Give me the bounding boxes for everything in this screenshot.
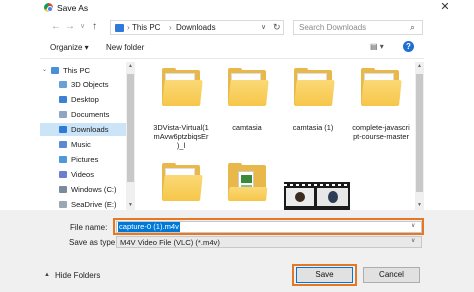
sidebar-item-label: Windows (C:): [71, 185, 117, 194]
cancel-button[interactable]: Cancel: [363, 267, 420, 283]
address-bar[interactable]: › This PC › Downloads ∨ ↻: [110, 20, 284, 35]
hide-folders-button[interactable]: Hide Folders: [55, 271, 100, 280]
sidebar-item-label: 3D Objects: [71, 80, 109, 89]
sidebar-item-label: Documents: [71, 110, 110, 119]
folder-icon[interactable]: [228, 163, 268, 203]
downloads-icon: [59, 126, 67, 133]
search-placeholder: Search Downloads: [299, 23, 367, 32]
sidebar-item-label: This PC: [63, 66, 91, 75]
sidebar-scrollbar[interactable]: ▲ ▼: [126, 62, 135, 210]
sidebar-item-documents[interactable]: Documents: [40, 108, 126, 121]
file-name-dropdown-icon[interactable]: ∨: [411, 222, 415, 229]
folder-icon[interactable]: [228, 68, 269, 108]
content-scroll-thumb[interactable]: [416, 74, 423, 192]
sidebar-item-label: Videos: [71, 170, 95, 179]
refresh-icon[interactable]: ↻: [273, 22, 281, 33]
videos-icon: [59, 171, 67, 178]
sidebar-item-pictures[interactable]: Pictures: [40, 153, 126, 166]
pictures-icon: [59, 156, 67, 163]
path-separator-icon: ›: [127, 23, 130, 32]
toolbar-divider: [40, 58, 424, 59]
recent-locations-icon[interactable]: ∨: [80, 21, 85, 33]
file-list: 3DVista-Virtual(1 mAvw6ptzbiqsEr )_l cam…: [136, 62, 424, 210]
folder-icon[interactable]: [361, 68, 402, 108]
path-separator-icon: ›: [169, 23, 172, 32]
file-name-value: capture-0 (1).m4v: [118, 222, 180, 232]
address-dropdown-icon[interactable]: ∨: [261, 23, 266, 31]
sidebar-item-this-pc[interactable]: ⌄ This PC: [40, 64, 126, 77]
search-icon: ⌕: [410, 22, 416, 32]
file-name-label[interactable]: 3DVista-Virtual(1 mAvw6ptzbiqsEr )_l: [143, 123, 219, 150]
close-icon[interactable]: ✕: [438, 1, 452, 13]
organize-button[interactable]: Organize ▾: [50, 43, 89, 52]
file-name-label[interactable]: camtasia: [209, 123, 285, 132]
help-icon[interactable]: ?: [403, 41, 414, 52]
up-icon[interactable]: ↑: [92, 21, 97, 33]
documents-icon: [59, 111, 67, 118]
hide-folders-icon[interactable]: ▲: [44, 272, 50, 278]
sidebar-item-desktop[interactable]: Desktop: [40, 93, 126, 106]
folder-icon[interactable]: [162, 163, 203, 203]
sidebar-item-label: Desktop: [71, 95, 99, 104]
file-name-field[interactable]: capture-0 (1).m4v ∨: [116, 221, 422, 233]
file-name-label[interactable]: camtasia (1): [275, 123, 351, 132]
folder-icon[interactable]: [294, 68, 335, 108]
search-input[interactable]: Search Downloads ⌕: [293, 20, 423, 35]
folder-icon[interactable]: [162, 68, 203, 108]
sidebar-item-videos[interactable]: Videos: [40, 168, 126, 181]
forward-icon[interactable]: →: [65, 21, 75, 33]
sidebar-item-music[interactable]: Music: [40, 138, 126, 151]
scroll-down-icon[interactable]: ▼: [128, 202, 133, 208]
music-icon: [59, 141, 67, 148]
sidebar-item-3d-objects[interactable]: 3D Objects: [40, 78, 126, 91]
navigation-pane: ⌄ This PC 3D Objects Desktop Documents D…: [40, 62, 136, 210]
video-file-thumbnail[interactable]: [284, 182, 350, 210]
save-as-type-dropdown-icon[interactable]: ∨: [411, 237, 415, 244]
desktop-icon: [59, 96, 67, 103]
scroll-up-icon[interactable]: ▲: [128, 63, 133, 69]
content-scrollbar[interactable]: ▲ ▼: [415, 62, 424, 210]
sidebar-item-label: Music: [71, 140, 91, 149]
drive-icon: [59, 201, 67, 208]
monitor-icon: [51, 67, 59, 74]
file-name-label: File name:: [70, 223, 108, 232]
file-name-label[interactable]: complete-javascri pt-course-master: [343, 123, 419, 141]
window-title: Save As: [57, 3, 89, 13]
save-as-type-value: M4V Video File (VLC) (*.m4v): [120, 238, 220, 247]
save-button[interactable]: Save: [296, 267, 353, 283]
back-icon[interactable]: ←: [51, 21, 61, 33]
sidebar-item-label: Pictures: [71, 155, 99, 164]
sidebar-item-label: Downloads: [71, 125, 109, 134]
3d-objects-icon: [59, 81, 67, 88]
sidebar-item-windows-c[interactable]: Windows (C:): [40, 183, 126, 196]
chevron-down-icon: ⌄: [42, 67, 48, 73]
breadcrumb-downloads[interactable]: Downloads: [176, 23, 216, 32]
downloads-folder-icon: [115, 24, 124, 32]
sidebar-item-downloads[interactable]: Downloads: [40, 123, 126, 136]
scroll-down-icon[interactable]: ▼: [417, 202, 422, 208]
breadcrumb-this-pc[interactable]: This PC: [132, 23, 160, 32]
view-options-icon[interactable]: ▤ ▾: [370, 42, 384, 51]
save-as-type-label: Save as type:: [69, 238, 118, 247]
scroll-up-icon[interactable]: ▲: [417, 63, 422, 69]
drive-icon: [59, 186, 67, 193]
sidebar-scroll-thumb[interactable]: [127, 74, 134, 182]
save-as-type-select[interactable]: M4V Video File (VLC) (*.m4v) ∨: [116, 236, 422, 248]
chrome-icon: [44, 3, 53, 12]
new-folder-button[interactable]: New folder: [106, 43, 144, 52]
